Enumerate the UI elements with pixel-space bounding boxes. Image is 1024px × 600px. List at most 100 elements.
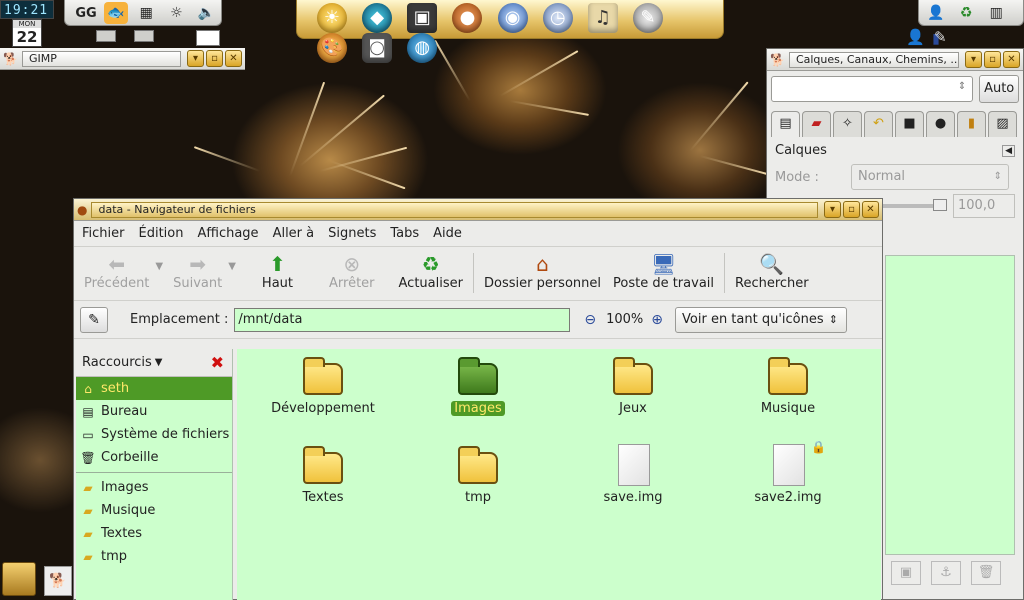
menu-aide[interactable]: Aide xyxy=(433,226,462,241)
minimize-button[interactable]: ▾ xyxy=(965,51,982,68)
tab-layers-icon[interactable]: ▤ xyxy=(771,111,800,137)
file-item[interactable]: Jeux xyxy=(573,355,693,416)
menu-edition[interactable]: Édition xyxy=(139,226,184,241)
auto-button[interactable]: Auto xyxy=(979,75,1019,103)
refresh-button[interactable]: ♻ Actualiser xyxy=(399,249,463,291)
opacity-spinbox[interactable]: 100,0 xyxy=(953,194,1015,218)
close-button[interactable]: ✕ xyxy=(225,50,242,67)
file-item[interactable]: 🔒 save2.img xyxy=(728,440,848,505)
sidebar-item-desktop[interactable]: ▤ Bureau xyxy=(76,400,232,423)
back-button[interactable]: ⬅ Précédent xyxy=(84,249,149,291)
duplicate-layer-icon[interactable]: ▣ xyxy=(891,561,921,585)
sidebar-title[interactable]: Raccourcis xyxy=(82,355,152,370)
forward-history-dropdown[interactable]: ▼ xyxy=(228,261,236,272)
tab-gradients-icon[interactable]: ▨ xyxy=(988,111,1017,137)
computer-button[interactable]: 🖥 Poste de travail xyxy=(613,249,714,291)
earth-icon[interactable]: ◍ xyxy=(407,33,438,63)
menu-signets[interactable]: Signets xyxy=(328,226,376,241)
gimp-task-button[interactable]: 🐕 xyxy=(44,566,72,596)
tab-paths-icon[interactable]: ✧ xyxy=(833,111,862,137)
gg-icon[interactable]: GG xyxy=(74,3,98,25)
sidebar-item-filesystem[interactable]: ▭ Système de fichiers xyxy=(76,423,232,446)
terminal-icon[interactable]: ▣ xyxy=(407,3,438,33)
brightness-icon[interactable]: ☼ xyxy=(164,2,188,24)
refresh-icon[interactable]: ♻ xyxy=(954,2,978,24)
globe-bird-icon[interactable]: ◉ xyxy=(497,3,528,33)
forward-button[interactable]: ➡ Suivant xyxy=(173,249,222,291)
location-input[interactable]: /mnt/data xyxy=(234,307,571,332)
mini-window-icon[interactable] xyxy=(96,30,116,42)
palette-icon[interactable]: 🎨 xyxy=(317,33,347,63)
close-button[interactable]: ✕ xyxy=(1003,51,1020,68)
tab-brushes-icon[interactable]: ● xyxy=(926,111,955,137)
view-mode-select[interactable]: Voir en tant qu'icônes ⇕ xyxy=(675,306,848,333)
tab-colors-icon[interactable]: ■ xyxy=(895,111,924,137)
devices-icon[interactable]: ▥ xyxy=(984,2,1008,24)
media-icon[interactable]: ♫ xyxy=(587,3,618,33)
sidebar-item-bookmark[interactable]: ▰ Textes xyxy=(76,522,232,545)
file-item[interactable]: Images xyxy=(418,355,538,416)
mode-select[interactable]: Normal ⇕ xyxy=(851,164,1009,190)
image-selector[interactable]: ⇕ xyxy=(771,76,974,102)
file-item[interactable]: save.img xyxy=(573,444,693,505)
tab-undo-icon[interactable]: ↶ xyxy=(864,111,893,137)
menu-affichage[interactable]: Affichage xyxy=(197,226,258,241)
volume-icon[interactable]: 🔈 xyxy=(195,2,219,24)
maximize-button[interactable]: ▫ xyxy=(984,51,1001,68)
sidebar-item-label: Corbeille xyxy=(101,450,159,465)
show-desktop-button[interactable] xyxy=(2,562,36,596)
network-icon[interactable]: ▦ xyxy=(134,2,158,24)
sidebar-item-trash[interactable]: 🗑 Corbeille xyxy=(76,446,232,469)
stop-button[interactable]: ⊗ Arrêter xyxy=(329,249,375,291)
file-item[interactable]: tmp xyxy=(418,444,538,505)
menu-tabs[interactable]: Tabs xyxy=(390,226,419,241)
tool-icon[interactable]: ✎ xyxy=(934,28,947,46)
chevron-down-icon[interactable]: ▼ xyxy=(155,357,163,368)
tab-patterns-icon[interactable]: ▮ xyxy=(957,111,986,137)
sidebar-item-bookmark[interactable]: ▰ Images xyxy=(76,476,232,499)
bread-icon[interactable]: ● xyxy=(452,3,483,33)
sun-icon[interactable]: ☀ xyxy=(317,3,347,33)
sidebar-header: Raccourcis ▼ ✖ xyxy=(76,349,232,377)
camera-icon[interactable]: ◙ xyxy=(362,33,393,63)
toggle-location-entry-icon[interactable]: ✎ xyxy=(80,306,108,333)
close-button[interactable]: ✕ xyxy=(862,201,879,218)
pen-icon[interactable]: ✎ xyxy=(632,3,663,33)
tab-channels-icon[interactable]: ▰ xyxy=(802,111,831,137)
sidebar-item-bookmark[interactable]: ▰ Musique xyxy=(76,499,232,522)
zoom-level[interactable]: 100% xyxy=(606,312,643,327)
layers-list[interactable] xyxy=(885,255,1015,555)
zoom-out-icon[interactable]: ⊖ xyxy=(584,312,596,328)
menu-aller-a[interactable]: Aller à xyxy=(273,226,315,241)
maximize-button[interactable]: ▫ xyxy=(206,50,223,67)
opacity-slider[interactable] xyxy=(883,199,947,211)
anchor-layer-icon[interactable]: ⚓ xyxy=(931,561,961,585)
file-item[interactable]: Développement xyxy=(263,355,383,416)
fish-icon[interactable]: 🐟 xyxy=(104,2,129,24)
home-button[interactable]: ⌂ Dossier personnel xyxy=(484,249,601,291)
maximize-button[interactable]: ▫ xyxy=(843,201,860,218)
delete-layer-icon[interactable]: 🗑 xyxy=(971,561,1001,585)
mini-window-icon[interactable] xyxy=(134,30,154,42)
home-icon: ⌂ xyxy=(536,252,549,276)
close-sidebar-icon[interactable]: ✖ xyxy=(211,353,224,372)
search-button[interactable]: 🔍 Rechercher xyxy=(735,249,809,291)
person-icon[interactable]: 👤 xyxy=(906,28,925,46)
file-item[interactable]: Musique xyxy=(728,355,848,416)
zoom-in-icon[interactable]: ⊕ xyxy=(651,312,663,328)
folder-icon xyxy=(458,446,498,484)
calendar-widget[interactable]: MON 22 xyxy=(12,19,42,47)
up-button[interactable]: ⬆ Haut xyxy=(262,249,293,291)
sidebar-item-bookmark[interactable]: ▰ tmp xyxy=(76,545,232,568)
sidebar-item-home[interactable]: ⌂ seth xyxy=(76,377,232,400)
user-icon[interactable]: 👤 xyxy=(924,2,948,24)
minimize-button[interactable]: ▾ xyxy=(187,50,204,67)
file-item[interactable]: Textes xyxy=(263,444,383,505)
mini-window-icon[interactable] xyxy=(196,30,220,46)
back-history-dropdown[interactable]: ▼ xyxy=(155,261,163,272)
clock-icon[interactable]: ◷ xyxy=(542,3,573,33)
gem-icon[interactable]: ◆ xyxy=(362,3,393,33)
menu-arrow-icon[interactable]: ◀ xyxy=(1002,144,1015,157)
minimize-button[interactable]: ▾ xyxy=(824,201,841,218)
menu-fichier[interactable]: Fichier xyxy=(82,226,125,241)
